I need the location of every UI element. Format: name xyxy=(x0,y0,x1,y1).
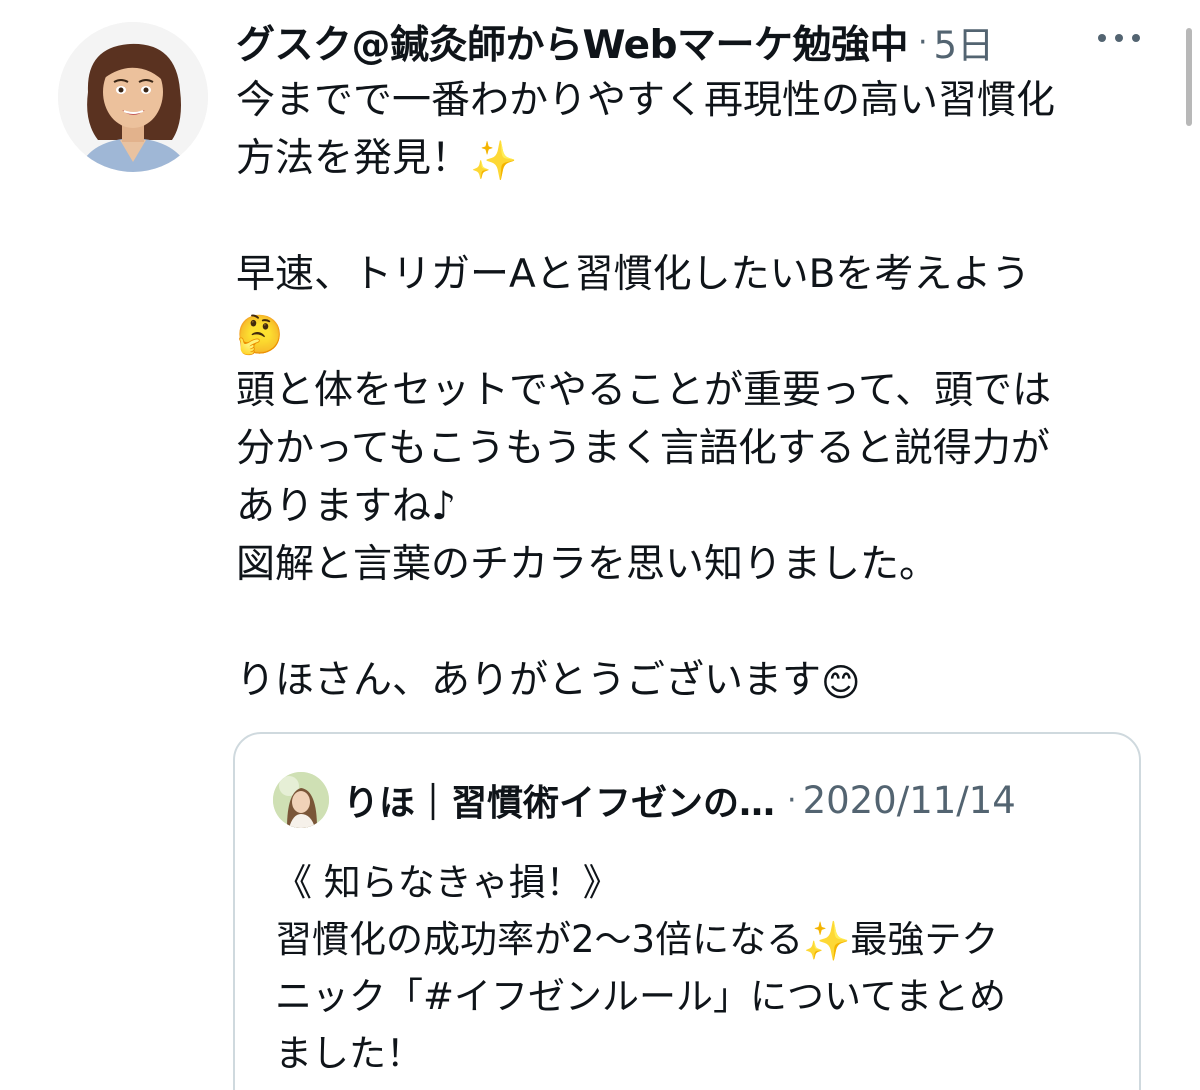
quoted-tweet-card[interactable]: りほ｜習慣術イフゼンの… · 2020/11/14 《 知らなきゃ損！》 習慣化… xyxy=(233,732,1141,1090)
quoted-body-line: 習慣化の成功率が2〜3倍になる✨最強テク xyxy=(275,918,999,963)
tweet-card[interactable]: グスク@鍼灸師からWebマーケ勉強中 · 5日 今までで一番わかりやすく再現性の… xyxy=(0,0,1200,1090)
more-dot xyxy=(1132,34,1140,42)
scrollbar-thumb[interactable] xyxy=(1186,28,1192,126)
tweet-body-line: 図解と言葉のチカラを思い知りました。 xyxy=(236,542,939,587)
more-dot xyxy=(1115,34,1123,42)
more-horizontal-icon[interactable] xyxy=(1098,31,1140,45)
quoted-tweet-timestamp[interactable]: 2020/11/14 xyxy=(803,779,1016,822)
tweet-body-line: 早速、トリガーAと習慣化したいBを考えよう xyxy=(236,252,1031,297)
quoted-tweet-header: りほ｜習慣術イフゼンの… · 2020/11/14 xyxy=(273,772,1113,828)
quoted-body-line: ニック「#イフゼンルール」についてまとめ xyxy=(275,975,1007,1018)
tweet-body: 今までで一番わかりやすく再現性の高い習慣化 方法を発見！✨ 早速、トリガーAと習… xyxy=(236,72,1136,710)
quoted-tweet-body: 《 知らなきゃ損！》 習慣化の成功率が2〜3倍になる✨最強テク ニック「#イフゼ… xyxy=(275,854,1115,1082)
user-avatar-icon[interactable] xyxy=(58,22,208,172)
smiling-face-icon: 😊 xyxy=(821,660,861,705)
tweet-body-line: 頭と体をセットでやることが重要って、頭では xyxy=(236,368,1052,413)
header-separator: · xyxy=(918,24,928,60)
tweet-body-line: 今までで一番わかりやすく再現性の高い習慣化 xyxy=(236,78,1056,123)
tweet-body-line: りほさん、ありがとうございます😊 xyxy=(236,658,861,705)
tweet-header: グスク@鍼灸師からWebマーケ勉強中 · 5日 xyxy=(236,14,1176,70)
quoted-header-separator: · xyxy=(787,782,797,818)
sparkles-icon: ✨ xyxy=(470,138,518,183)
tweet-timestamp[interactable]: 5日 xyxy=(934,15,995,69)
author-display-name[interactable]: グスク@鍼灸師からWebマーケ勉強中 xyxy=(236,14,909,70)
quoted-user-avatar-icon[interactable] xyxy=(273,772,329,828)
quoted-author-display-name[interactable]: りほ｜習慣術イフゼンの… xyxy=(343,774,775,826)
more-dot xyxy=(1098,34,1106,42)
quoted-body-line: ました！ xyxy=(275,1032,423,1075)
sparkles-icon: ✨ xyxy=(803,919,851,963)
tweet-body-line: 方法を発見！✨ xyxy=(236,136,518,183)
quoted-body-line: 《 知らなきゃ損！》 xyxy=(275,861,620,904)
tweet-body-line: ありますね♪ xyxy=(236,484,456,529)
tweet-body-line: 分かってもこうもうまく言語化すると説得力が xyxy=(236,426,1050,471)
thinking-face-icon: 🤔 xyxy=(236,312,284,357)
tweet-body-line: 🤔 xyxy=(236,304,1136,362)
